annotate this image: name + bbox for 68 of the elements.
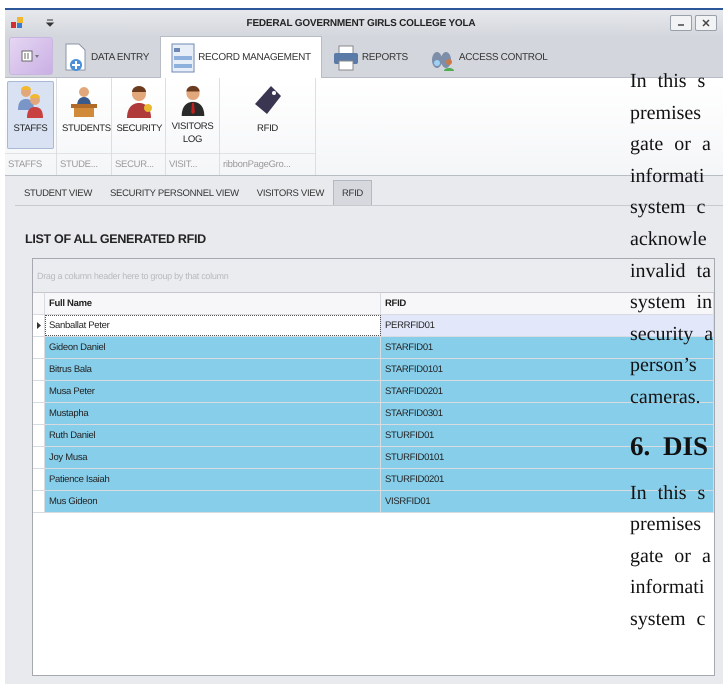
ribbon-group-label: STAFFS	[5, 153, 56, 175]
window-title: FEDERAL GOVERNMENT GIRLS COLLEGE YOLA	[246, 18, 476, 28]
table-cell: STARFID0201	[385, 386, 443, 397]
column-header[interactable]: Full Name	[49, 298, 92, 309]
ribbon-button[interactable]: STAFFS	[7, 81, 54, 149]
printer-icon	[332, 44, 359, 70]
list-icon	[171, 42, 196, 72]
workers-icon	[16, 84, 46, 118]
table-cell: Gideon Daniel	[49, 342, 106, 353]
table-cell: Joy Musa	[49, 452, 88, 463]
table-cell: STARFID0301	[385, 408, 443, 419]
document-text-line: person’s	[630, 353, 698, 378]
view-tab[interactable]: STUDENT VIEW	[15, 180, 102, 205]
close-button[interactable]	[695, 15, 717, 31]
view-tab[interactable]: RFID	[333, 180, 372, 205]
document-text-line: premises	[630, 100, 702, 126]
document-text-line: In this s	[630, 480, 706, 506]
ribbon-tab[interactable]: REPORTS	[322, 36, 419, 78]
table-cell: Musa Peter	[49, 386, 95, 397]
table-cell: Sanballat Peter	[49, 320, 110, 331]
table-cell: PERRFID01	[385, 320, 435, 331]
document-text-line: cameras.	[630, 384, 702, 410]
ribbon-tab[interactable]: RECORD MANAGEMENT	[160, 36, 322, 78]
ribbon-group-label: STUDE...	[57, 153, 111, 175]
document-text-line: security a	[630, 322, 714, 347]
table-cell: STARFID01	[385, 342, 433, 353]
table-cell: VISRFID01	[385, 496, 430, 507]
panel-icon	[21, 50, 41, 62]
document-add-icon	[64, 42, 88, 72]
ribbon-button[interactable]: SECURITY	[114, 81, 163, 149]
document-text-line: system c	[630, 606, 706, 632]
document-text-line: system c	[630, 195, 706, 220]
document-text-line: In this s	[630, 69, 706, 94]
table-cell: STURFID0101	[385, 452, 444, 463]
student-desk-icon	[69, 84, 99, 118]
document-text-line: informati	[630, 164, 706, 189]
ribbon-tab[interactable]: ACCESS CONTROL	[418, 36, 558, 78]
ribbon-group-label: ribbonPageGro...	[220, 153, 315, 175]
dropdown-icon[interactable]	[45, 18, 55, 28]
ribbon-button[interactable]: RFID	[222, 81, 313, 149]
table-cell: Bitrus Bala	[49, 364, 92, 375]
document-text-line: gate or a	[630, 544, 712, 569]
section-heading: LIST OF ALL GENERATED RFID	[25, 232, 206, 246]
view-tab[interactable]: SECURITY PERSONNEL VIEW	[101, 180, 248, 205]
app-icon	[11, 17, 23, 29]
ribbon-group-label: VISIT...	[166, 153, 219, 175]
table-cell: Mus Gideon	[49, 496, 98, 507]
ribbon-group-label: SECUR...	[112, 153, 165, 175]
ribbon-tab[interactable]: DATA ENTRY	[53, 36, 160, 78]
table-cell: STARFID0101	[385, 364, 443, 375]
view-tab[interactable]: VISITORS VIEW	[248, 180, 333, 205]
column-header[interactable]: RFID	[385, 298, 406, 309]
table-cell: STURFID0201	[385, 474, 444, 485]
document-text-line: gate or a	[630, 132, 712, 158]
document-text-line: acknowle	[630, 226, 708, 252]
application-menu-button[interactable]	[9, 37, 53, 75]
document-text-line: informati	[630, 575, 706, 600]
ribbon-button[interactable]: STUDENTS	[59, 81, 109, 149]
document-text-line: system in	[630, 290, 714, 316]
document-text-line: invalid ta	[630, 258, 712, 284]
table-cell: Mustapha	[49, 408, 88, 419]
ribbon-button[interactable]: VISITORS LOG	[168, 81, 217, 149]
table-cell: Ruth Daniel	[49, 430, 96, 441]
table-cell: Patience Isaiah	[49, 474, 110, 485]
table-cell: STURFID01	[385, 430, 434, 441]
document-heading: 6. DIS	[630, 430, 710, 463]
close-icon	[702, 19, 710, 27]
document-text-line: premises	[630, 512, 702, 538]
